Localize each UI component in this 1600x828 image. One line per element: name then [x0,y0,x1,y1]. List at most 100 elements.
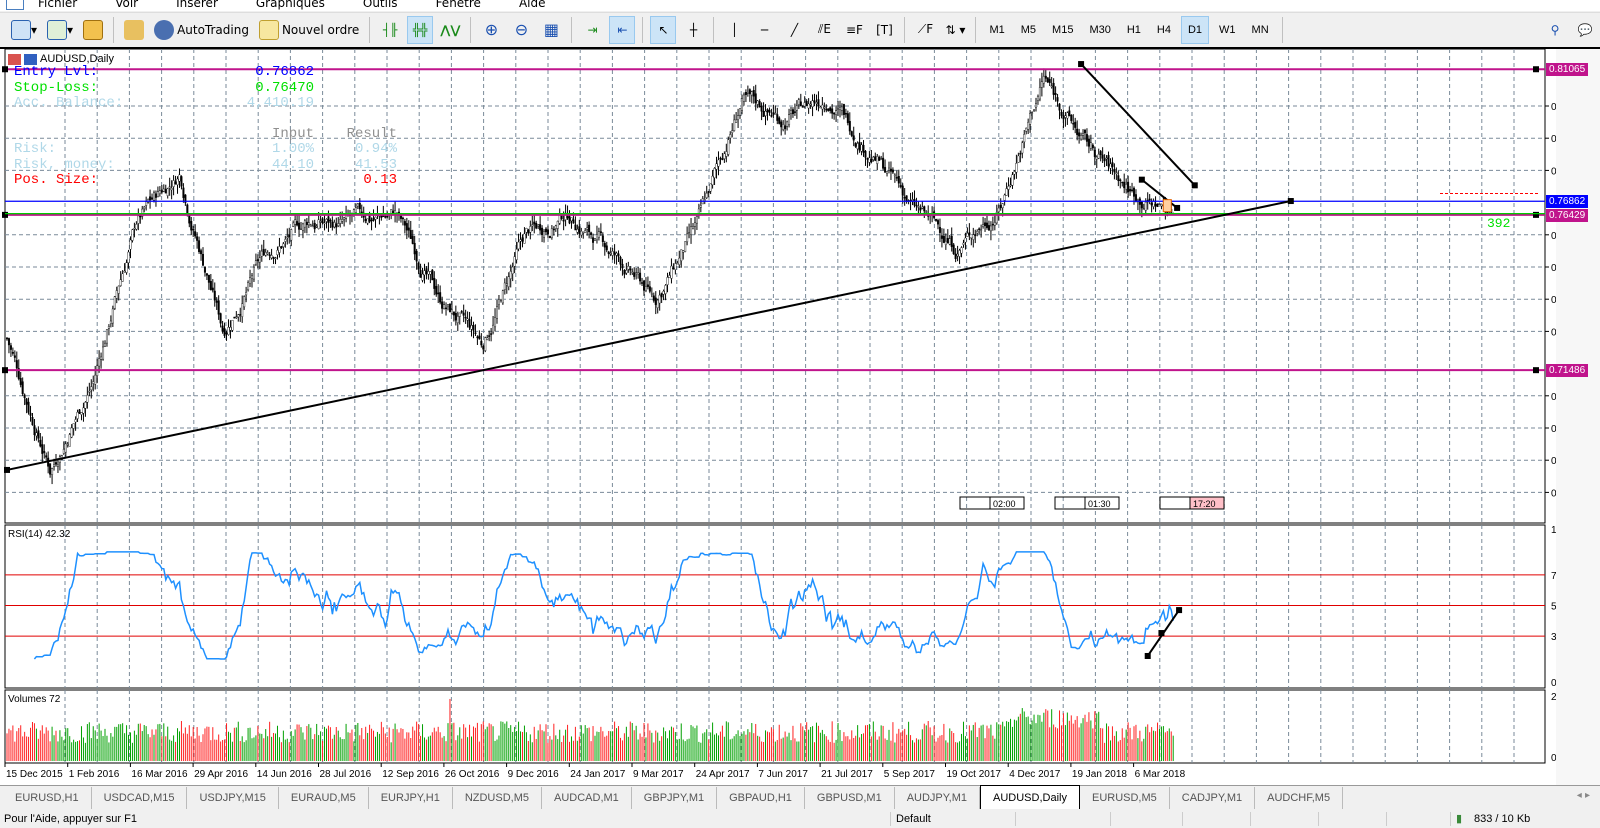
trendline-button[interactable]: ╱ [781,16,807,44]
tab-usdjpy-m15[interactable]: USDJPY,M15 [187,787,279,809]
equidistant-channel-button[interactable]: ⫽E [811,16,837,44]
chat-button[interactable]: 💬 [1572,16,1598,44]
candle [568,216,571,224]
candle [654,297,657,305]
candle [968,232,971,236]
candle [948,238,951,245]
new-order-button[interactable]: Nouvel ordre [256,16,362,44]
candle [437,292,440,295]
candle [884,167,887,173]
fibo-fan-button[interactable]: ⟋F [912,16,938,44]
autotrading-button[interactable]: AutoTrading [151,16,252,44]
tab-scroll-arrows[interactable]: ◂ ▸ [1577,790,1590,801]
date-label: 6 Mar 2018 [1135,769,1186,780]
zoom-in-button[interactable]: ⊕ [478,16,504,44]
profiles-button[interactable]: ▾ [44,16,76,44]
tab-eurusd-h1[interactable]: EURUSD,H1 [3,787,92,809]
arrows-button[interactable]: ⇅ ▾ [942,16,968,44]
tab-nzdusd-m5[interactable]: NZDUSD,M5 [453,787,542,809]
candle [1007,186,1010,190]
timeframe-h1[interactable]: H1 [1121,16,1147,44]
menu-fichier[interactable]: Fichier [38,0,77,10]
candle [496,306,499,319]
timeframe-h4[interactable]: H4 [1151,16,1177,44]
new-chart-button[interactable]: ▾ [8,16,40,44]
candle [417,262,420,270]
tab-audjpy-m1[interactable]: AUDJPY,M1 [895,787,981,809]
tile-windows-button[interactable]: ▦ [538,16,564,44]
text-button[interactable]: [T] [871,16,897,44]
trendline-icon: ╱ [790,22,799,37]
candle [876,156,879,164]
tab-audchf-m5[interactable]: AUDCHF,M5 [1255,787,1344,809]
candle [852,135,855,141]
autotrading-label: AutoTrading [177,22,249,37]
candle [343,217,346,220]
candle [715,163,718,170]
candle [560,215,563,220]
candle [842,104,845,115]
timeframe-mn[interactable]: MN [1246,16,1275,44]
candle [911,199,914,201]
candle [1080,135,1083,140]
candle [1148,198,1151,201]
candle [423,270,426,276]
search-button[interactable]: ⚲ [1542,16,1568,44]
price-label: 0.81065 [1546,63,1589,77]
candle [237,314,240,318]
tab-euraud-m5[interactable]: EURAUD,M5 [279,787,369,809]
menu-aide[interactable]: Aide [519,0,546,10]
candle [321,218,324,223]
timeframe-m30[interactable]: M30 [1083,16,1116,44]
candle [215,300,218,303]
candle [597,231,600,238]
vertical-line-button[interactable]: │ [721,16,747,44]
candlestick-button[interactable]: ╬╬ [407,15,434,44]
candle [784,125,787,129]
candle [323,222,326,224]
fibonacci-button[interactable]: ≡F [841,16,867,44]
candle [790,110,793,114]
tab-audcad-m1[interactable]: AUDCAD,M1 [542,787,632,809]
zoom-out-button[interactable]: ⊖ [508,16,534,44]
tab-gbpjpy-m1[interactable]: GBPJPY,M1 [632,787,718,809]
tab-audusd-daily[interactable]: AUDUSD,Daily [980,785,1080,809]
bar-chart-button[interactable]: ┤╟ [377,16,403,44]
crosshair-button[interactable]: ┼ [680,16,706,44]
tab-gbpusd-m1[interactable]: GBPUSD,M1 [805,787,895,809]
timeframe-m5[interactable]: M5 [1015,16,1042,44]
tab-gbpaud-h1[interactable]: GBPAUD,H1 [717,787,805,809]
candle [280,246,283,249]
candle [868,157,871,163]
market-watch-button[interactable] [80,16,106,44]
menu-voir[interactable]: Voir [115,0,138,10]
menu-outils[interactable]: Outils [363,0,398,10]
tab-eurjpy-h1[interactable]: EURJPY,H1 [369,787,453,809]
chart-window[interactable]: 0.798950.788700.778450.757950.747700.737… [0,47,1600,787]
tab-cadjpy-m1[interactable]: CADJPY,M1 [1170,787,1256,809]
timeframe-w1[interactable]: W1 [1213,16,1242,44]
timeframe-d1[interactable]: D1 [1180,15,1210,44]
candle [950,235,953,247]
menu-fenetre[interactable]: Fenetre [436,0,481,10]
line-chart-button[interactable]: ⋀⋁ [437,16,463,44]
volume-label: Volumes 72 [8,694,61,705]
candle [358,203,361,210]
menu-inserer[interactable]: Inserer [176,0,218,10]
chart-shift-button[interactable]: ⇤ [609,15,636,44]
tab-usdcad-m15[interactable]: USDCAD,M15 [92,787,188,809]
timeframe-m15[interactable]: M15 [1046,16,1079,44]
timeframe-m1[interactable]: M1 [983,16,1010,44]
menu-graphiques[interactable]: Graphiques [256,0,325,10]
candle [607,251,610,255]
horizontal-line-button[interactable]: ─ [751,16,777,44]
tab-eurusd-m5[interactable]: EURUSD,M5 [1080,787,1170,809]
candle [221,325,224,332]
cursor-button[interactable]: ↖ [650,15,677,44]
candle [699,205,702,208]
stop-value: 0.76470 [255,79,314,96]
candle [617,253,620,257]
candle [829,107,832,111]
autoscroll-button[interactable]: ⇥ [579,16,605,44]
navigator-button[interactable] [121,16,147,44]
